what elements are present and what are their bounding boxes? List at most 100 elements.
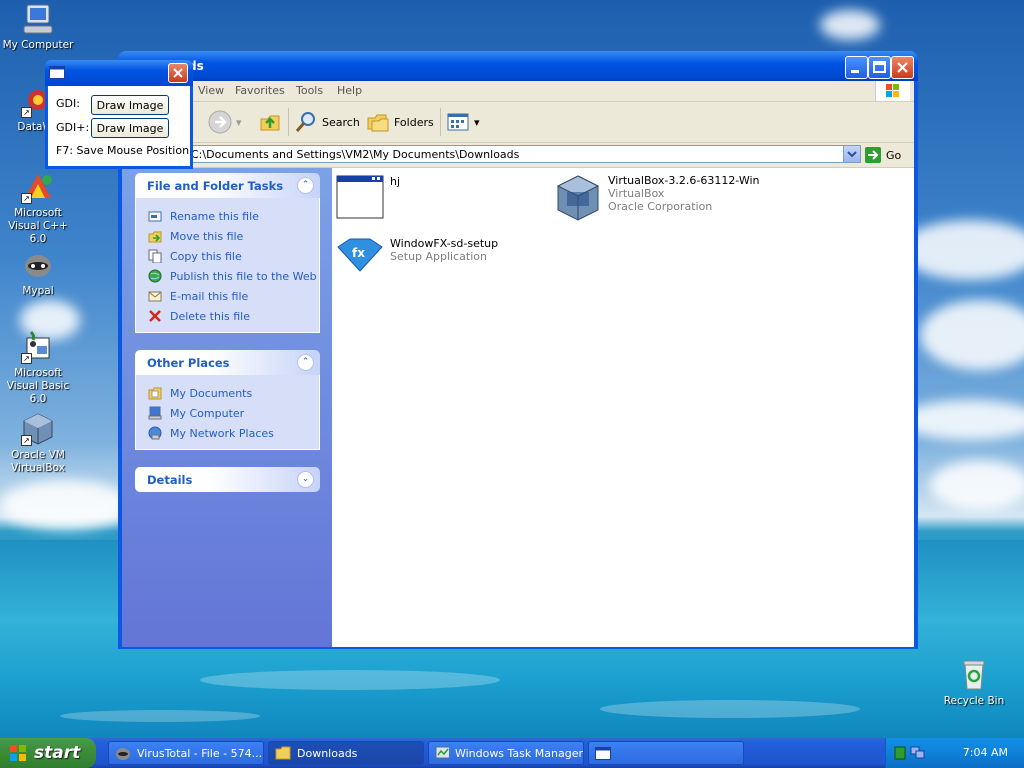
close-button[interactable] [891, 56, 914, 79]
desktop-icon-label: Microsoft Visual C++ 6.0 [8, 207, 68, 245]
gdiplus-draw-image-button[interactable]: Draw Image [91, 118, 169, 138]
tool-close-button[interactable] [168, 63, 188, 83]
search-label: Search [322, 115, 360, 129]
desktop-icon-label: Recycle Bin [943, 695, 1005, 707]
place-my-network[interactable]: My Network Places [136, 423, 319, 443]
go-label: Go [886, 148, 902, 162]
tool-window-body: GDI: Draw Image GDI+: Draw Image F7: Sav… [48, 86, 190, 166]
desktop-icon-label: Oracle VM VirtualBox [11, 449, 65, 474]
collapse-chevron-icon[interactable]: ⌃ [297, 177, 314, 194]
start-button[interactable]: start [0, 738, 96, 768]
publish-icon [148, 269, 162, 283]
desktop-icon-mypal[interactable]: Mypal [0, 248, 76, 298]
task-publish[interactable]: Publish this file to the Web [136, 266, 319, 286]
visual-basic-icon: ↗ [21, 330, 55, 364]
maximize-button[interactable] [868, 56, 891, 79]
explorer-body: View Favorites Tools Help ▾ ▾ Search [122, 81, 914, 647]
task-label: Rename this file [170, 209, 259, 223]
chevron-down-icon [847, 151, 857, 158]
windowfx-setup-icon: fx [337, 238, 383, 272]
file-item-windowfx[interactable]: fx WindowFX-sd-setup Setup Application [336, 237, 498, 273]
task-manager-icon [435, 746, 449, 759]
other-places-header[interactable]: Other Places ⌃ [135, 350, 320, 375]
file-type: Setup Application [390, 250, 487, 263]
move-icon [148, 231, 162, 243]
delete-icon [149, 310, 161, 322]
task-label: Publish this file to the Web [170, 269, 317, 283]
panel-title: Other Places [147, 356, 230, 370]
folders-icon [367, 114, 389, 132]
go-button[interactable]: Go [864, 146, 901, 164]
windows-logo-icon [875, 81, 910, 101]
menu-favorites[interactable]: Favorites [235, 84, 285, 97]
tool-window-titlebar[interactable] [45, 60, 193, 86]
task-email[interactable]: E-mail this file [136, 286, 319, 306]
place-my-computer[interactable]: My Computer [136, 403, 319, 423]
desktop-icon-visual-basic[interactable]: ↗ Microsoft Visual Basic 6.0 [0, 330, 76, 406]
file-folder-tasks-panel: File and Folder Tasks ⌃ Rename this file… [135, 173, 320, 333]
place-my-documents[interactable]: My Documents [136, 383, 319, 403]
folders-button[interactable]: Folders [366, 110, 434, 134]
taskbar-button-task-manager[interactable]: Windows Task Manager [428, 741, 584, 765]
task-label: Downloads [297, 746, 358, 760]
task-rename[interactable]: Rename this file [136, 206, 319, 226]
taskbar-button-tool-window[interactable] [588, 741, 744, 765]
views-icon [447, 113, 469, 131]
menu-help[interactable]: Help [337, 84, 362, 97]
menu-view[interactable]: View [198, 84, 224, 97]
expand-chevron-icon[interactable]: ⌄ [297, 471, 314, 488]
address-bar: C:\Documents and Settings\VM2\My Documen… [122, 143, 914, 168]
views-button[interactable]: ▾ [446, 110, 480, 134]
file-item-hj[interactable]: hj [336, 175, 400, 219]
details-header[interactable]: Details ⌄ [135, 467, 320, 492]
recycle-bin-icon [957, 658, 991, 692]
clock[interactable]: 7:04 AM [963, 746, 1008, 759]
svg-text:fx: fx [352, 246, 365, 260]
desktop-icon-label: Mypal [22, 285, 54, 297]
folder-icon [275, 746, 291, 760]
address-dropdown-button[interactable] [843, 146, 860, 162]
explorer-titlebar[interactable]: ds [118, 51, 918, 81]
other-places-list: My Documents My Computer My Network Plac… [135, 375, 320, 450]
search-button[interactable]: Search [294, 110, 360, 134]
menu-tools[interactable]: Tools [296, 84, 323, 97]
task-label: My Documents [170, 386, 253, 400]
file-folder-tasks-list: Rename this file Move this file Copy thi… [135, 198, 320, 333]
task-pane: File and Folder Tasks ⌃ Rename this file… [122, 168, 332, 647]
task-copy[interactable]: Copy this file [136, 246, 319, 266]
toolbar: ▾ ▾ Search Folders ▾ [122, 102, 914, 143]
virtualbox-icon: ↗ [21, 412, 55, 446]
network-status-icon[interactable] [910, 746, 926, 760]
up-folder-button[interactable] [258, 110, 282, 134]
desktop-icon-visual-cpp[interactable]: ↗ Microsoft Visual C++ 6.0 [0, 170, 76, 246]
file-folder-tasks-header[interactable]: File and Folder Tasks ⌃ [135, 173, 320, 198]
collapse-chevron-icon[interactable]: ⌃ [297, 354, 314, 371]
taskbar-button-downloads[interactable]: Downloads [268, 741, 424, 765]
tool-window: GDI: Draw Image GDI+: Draw Image F7: Sav… [45, 60, 193, 169]
desktop-icon-my-computer[interactable]: My Computer [0, 2, 76, 52]
desktop-icon-virtualbox[interactable]: ↗ Oracle VM VirtualBox [0, 412, 76, 475]
task-label: E-mail this file [170, 289, 249, 303]
windows-logo-icon [10, 745, 26, 761]
gdiplus-label: GDI+: [56, 121, 90, 134]
file-description: VirtualBox [608, 187, 665, 200]
file-name: VirtualBox-3.2.6-63112-Win [608, 174, 760, 187]
forward-button[interactable]: ▾ [208, 110, 242, 134]
my-computer-icon [148, 406, 162, 420]
email-icon [148, 291, 162, 302]
task-delete[interactable]: Delete this file [136, 306, 319, 326]
mypal-icon [21, 248, 55, 282]
tray-app-icon[interactable] [894, 746, 906, 760]
gdi-draw-image-button[interactable]: Draw Image [91, 95, 169, 115]
address-input[interactable]: C:\Documents and Settings\VM2\My Documen… [184, 145, 861, 163]
task-label: Windows Task Manager [454, 746, 583, 760]
file-item-virtualbox[interactable]: VirtualBox-3.2.6-63112-Win VirtualBox Or… [554, 174, 760, 222]
desktop-icon-recycle-bin[interactable]: Recycle Bin [936, 658, 1012, 708]
task-label: Move this file [170, 229, 244, 243]
system-tray: 7:04 AM [885, 738, 1024, 768]
rename-icon [148, 211, 162, 222]
taskbar-button-virustotal[interactable]: VirusTotal - File - 574... [108, 741, 264, 765]
virtualbox-installer-icon [556, 175, 600, 221]
minimize-button[interactable] [845, 56, 868, 79]
task-move[interactable]: Move this file [136, 226, 319, 246]
